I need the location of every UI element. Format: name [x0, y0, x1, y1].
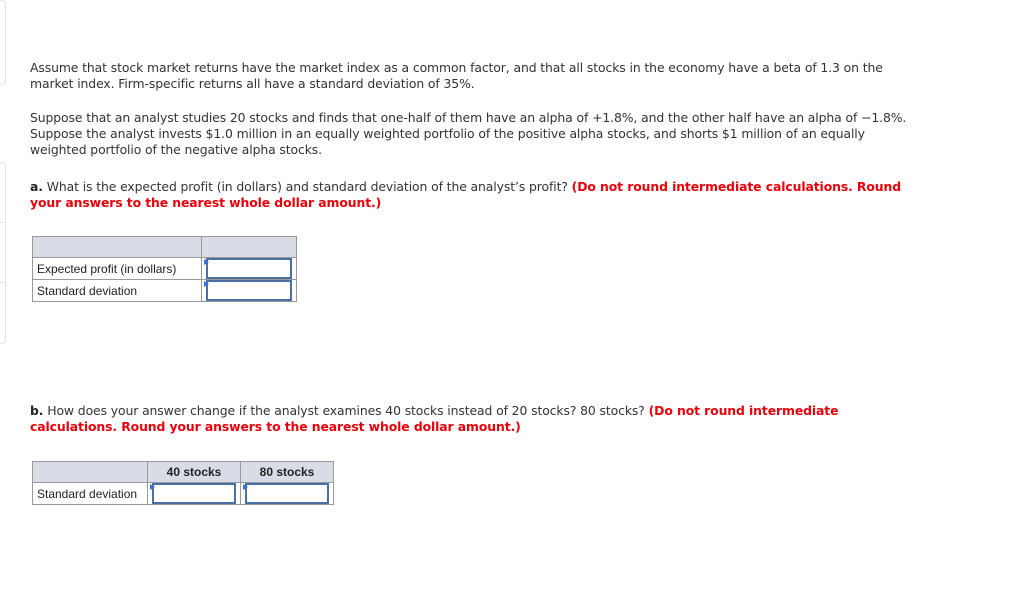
input-flag-icon	[243, 484, 248, 490]
part-b-answer-table: 40 stocks 80 stocks Standard deviation	[32, 461, 334, 505]
header-80-stocks: 80 stocks	[240, 461, 334, 483]
table-header-row	[32, 236, 297, 258]
table-row: Expected profit (in dollars)	[32, 257, 297, 280]
input-flag-icon	[204, 281, 209, 287]
side-panel-bottom	[0, 162, 6, 344]
side-panel-divider	[0, 282, 4, 283]
standard-deviation-cell	[201, 279, 297, 302]
header-cell	[32, 461, 148, 483]
header-40-stocks: 40 stocks	[147, 461, 241, 483]
sd-40-stocks-cell	[147, 482, 241, 505]
sd-80-stocks-input[interactable]	[245, 483, 329, 504]
row-label-expected-profit: Expected profit (in dollars)	[32, 257, 202, 280]
part-a-answer-table: Expected profit (in dollars) Standard de…	[32, 236, 297, 302]
part-b-label: b.	[30, 403, 44, 418]
table-row: Standard deviation	[32, 482, 334, 505]
sd-40-stocks-input[interactable]	[152, 483, 236, 504]
expected-profit-cell	[201, 257, 297, 280]
side-panel-top	[0, 0, 6, 85]
expected-profit-input[interactable]	[206, 258, 292, 279]
part-b-question: b. How does your answer change if the an…	[30, 403, 920, 435]
part-b-text: How does your answer change if the analy…	[43, 403, 649, 418]
header-cell	[201, 236, 297, 258]
part-a-text: What is the expected profit (in dollars)…	[42, 179, 572, 194]
row-label-standard-deviation: Standard deviation	[32, 482, 148, 505]
input-flag-icon	[150, 484, 155, 490]
part-a-label: a.	[30, 179, 43, 194]
row-label-standard-deviation: Standard deviation	[32, 279, 202, 302]
problem-setup: Suppose that an analyst studies 20 stock…	[30, 110, 907, 157]
standard-deviation-input[interactable]	[206, 280, 292, 301]
header-cell	[32, 236, 202, 258]
problem-intro: Assume that stock market returns have th…	[30, 60, 883, 91]
table-header-row: 40 stocks 80 stocks	[32, 461, 334, 483]
input-flag-icon	[204, 259, 209, 265]
part-a-question: a. What is the expected profit (in dolla…	[30, 179, 920, 211]
side-panel-divider	[0, 222, 4, 223]
sd-80-stocks-cell	[240, 482, 334, 505]
table-row: Standard deviation	[32, 279, 297, 302]
